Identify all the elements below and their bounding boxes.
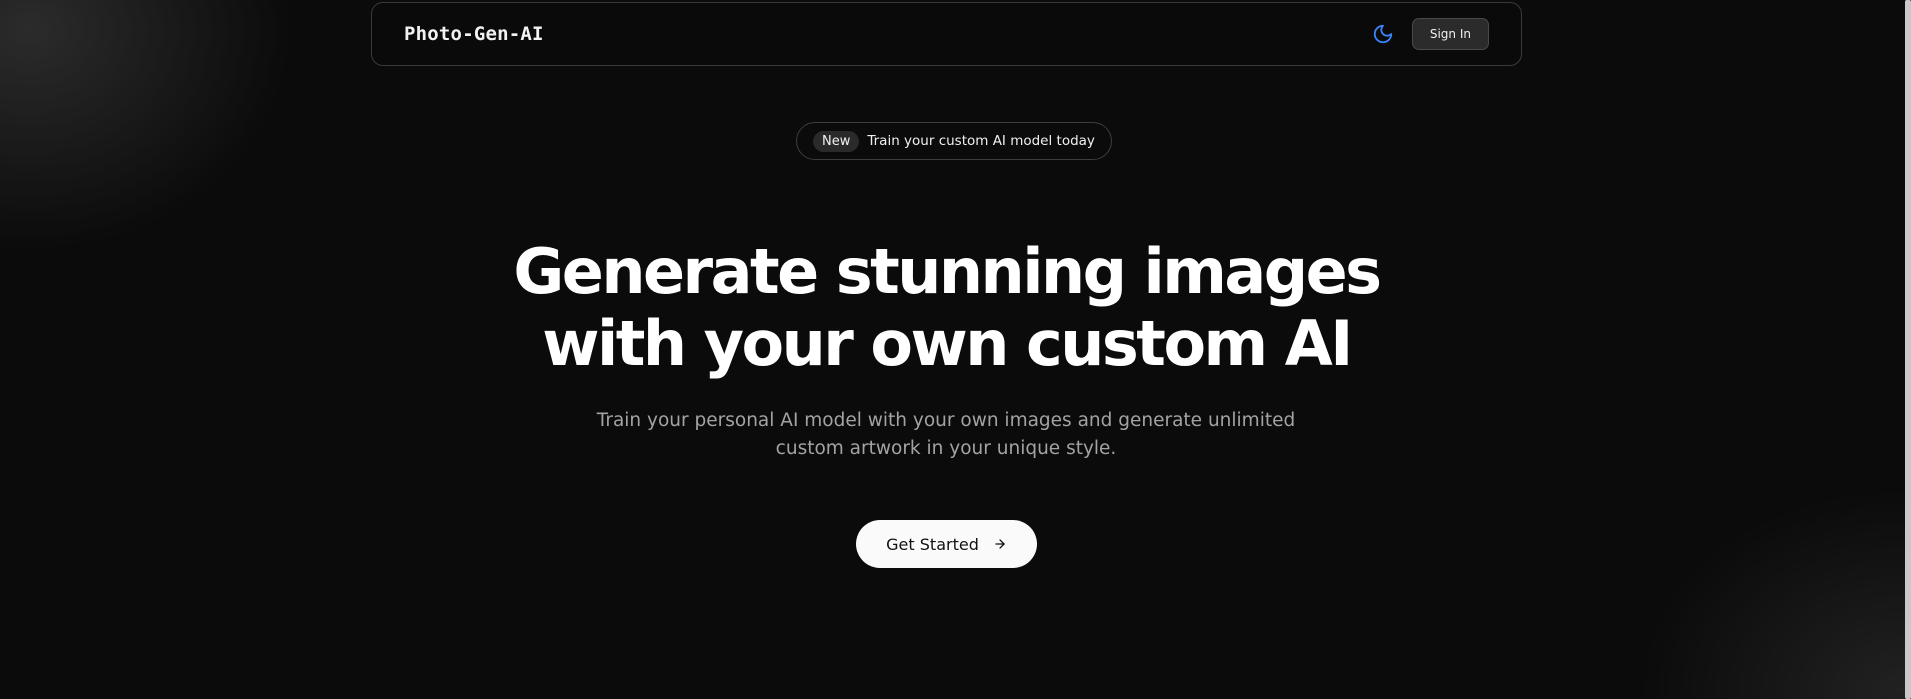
hero-subtitle-line-1: Train your personal AI model with your o… xyxy=(596,410,1296,431)
get-started-label: Get Started xyxy=(886,534,979,554)
navbar: Photo-Gen-AI Sign In xyxy=(371,2,1522,66)
arrow-right-icon xyxy=(995,539,1005,549)
new-badge: New xyxy=(813,130,860,152)
brand-logo[interactable]: Photo-Gen-AI xyxy=(404,23,544,45)
page-scrollbar[interactable] xyxy=(1905,0,1911,699)
hero-title-line-1: Generate stunning images xyxy=(513,235,1382,308)
page: Photo-Gen-AI Sign In New Train your cust… xyxy=(0,0,1911,699)
hero-subtitle-line-2: custom artwork in your unique style. xyxy=(775,438,1117,459)
announcement-pill[interactable]: New Train your custom AI model today xyxy=(796,122,1112,160)
sign-in-button[interactable]: Sign In xyxy=(1411,18,1489,50)
hero-title: Generate stunning images with your own c… xyxy=(0,236,1893,380)
get-started-button[interactable]: Get Started xyxy=(856,520,1037,568)
scrollbar-thumb[interactable] xyxy=(1905,0,1911,699)
announcement-text: Train your custom AI model today xyxy=(867,133,1095,149)
navbar-actions: Sign In xyxy=(1370,18,1489,50)
hero-title-line-2: with your own custom AI xyxy=(542,307,1353,380)
hero-subtitle: Train your personal AI model with your o… xyxy=(596,407,1296,463)
moon-icon xyxy=(1373,24,1393,44)
theme-toggle-button[interactable] xyxy=(1370,21,1396,47)
